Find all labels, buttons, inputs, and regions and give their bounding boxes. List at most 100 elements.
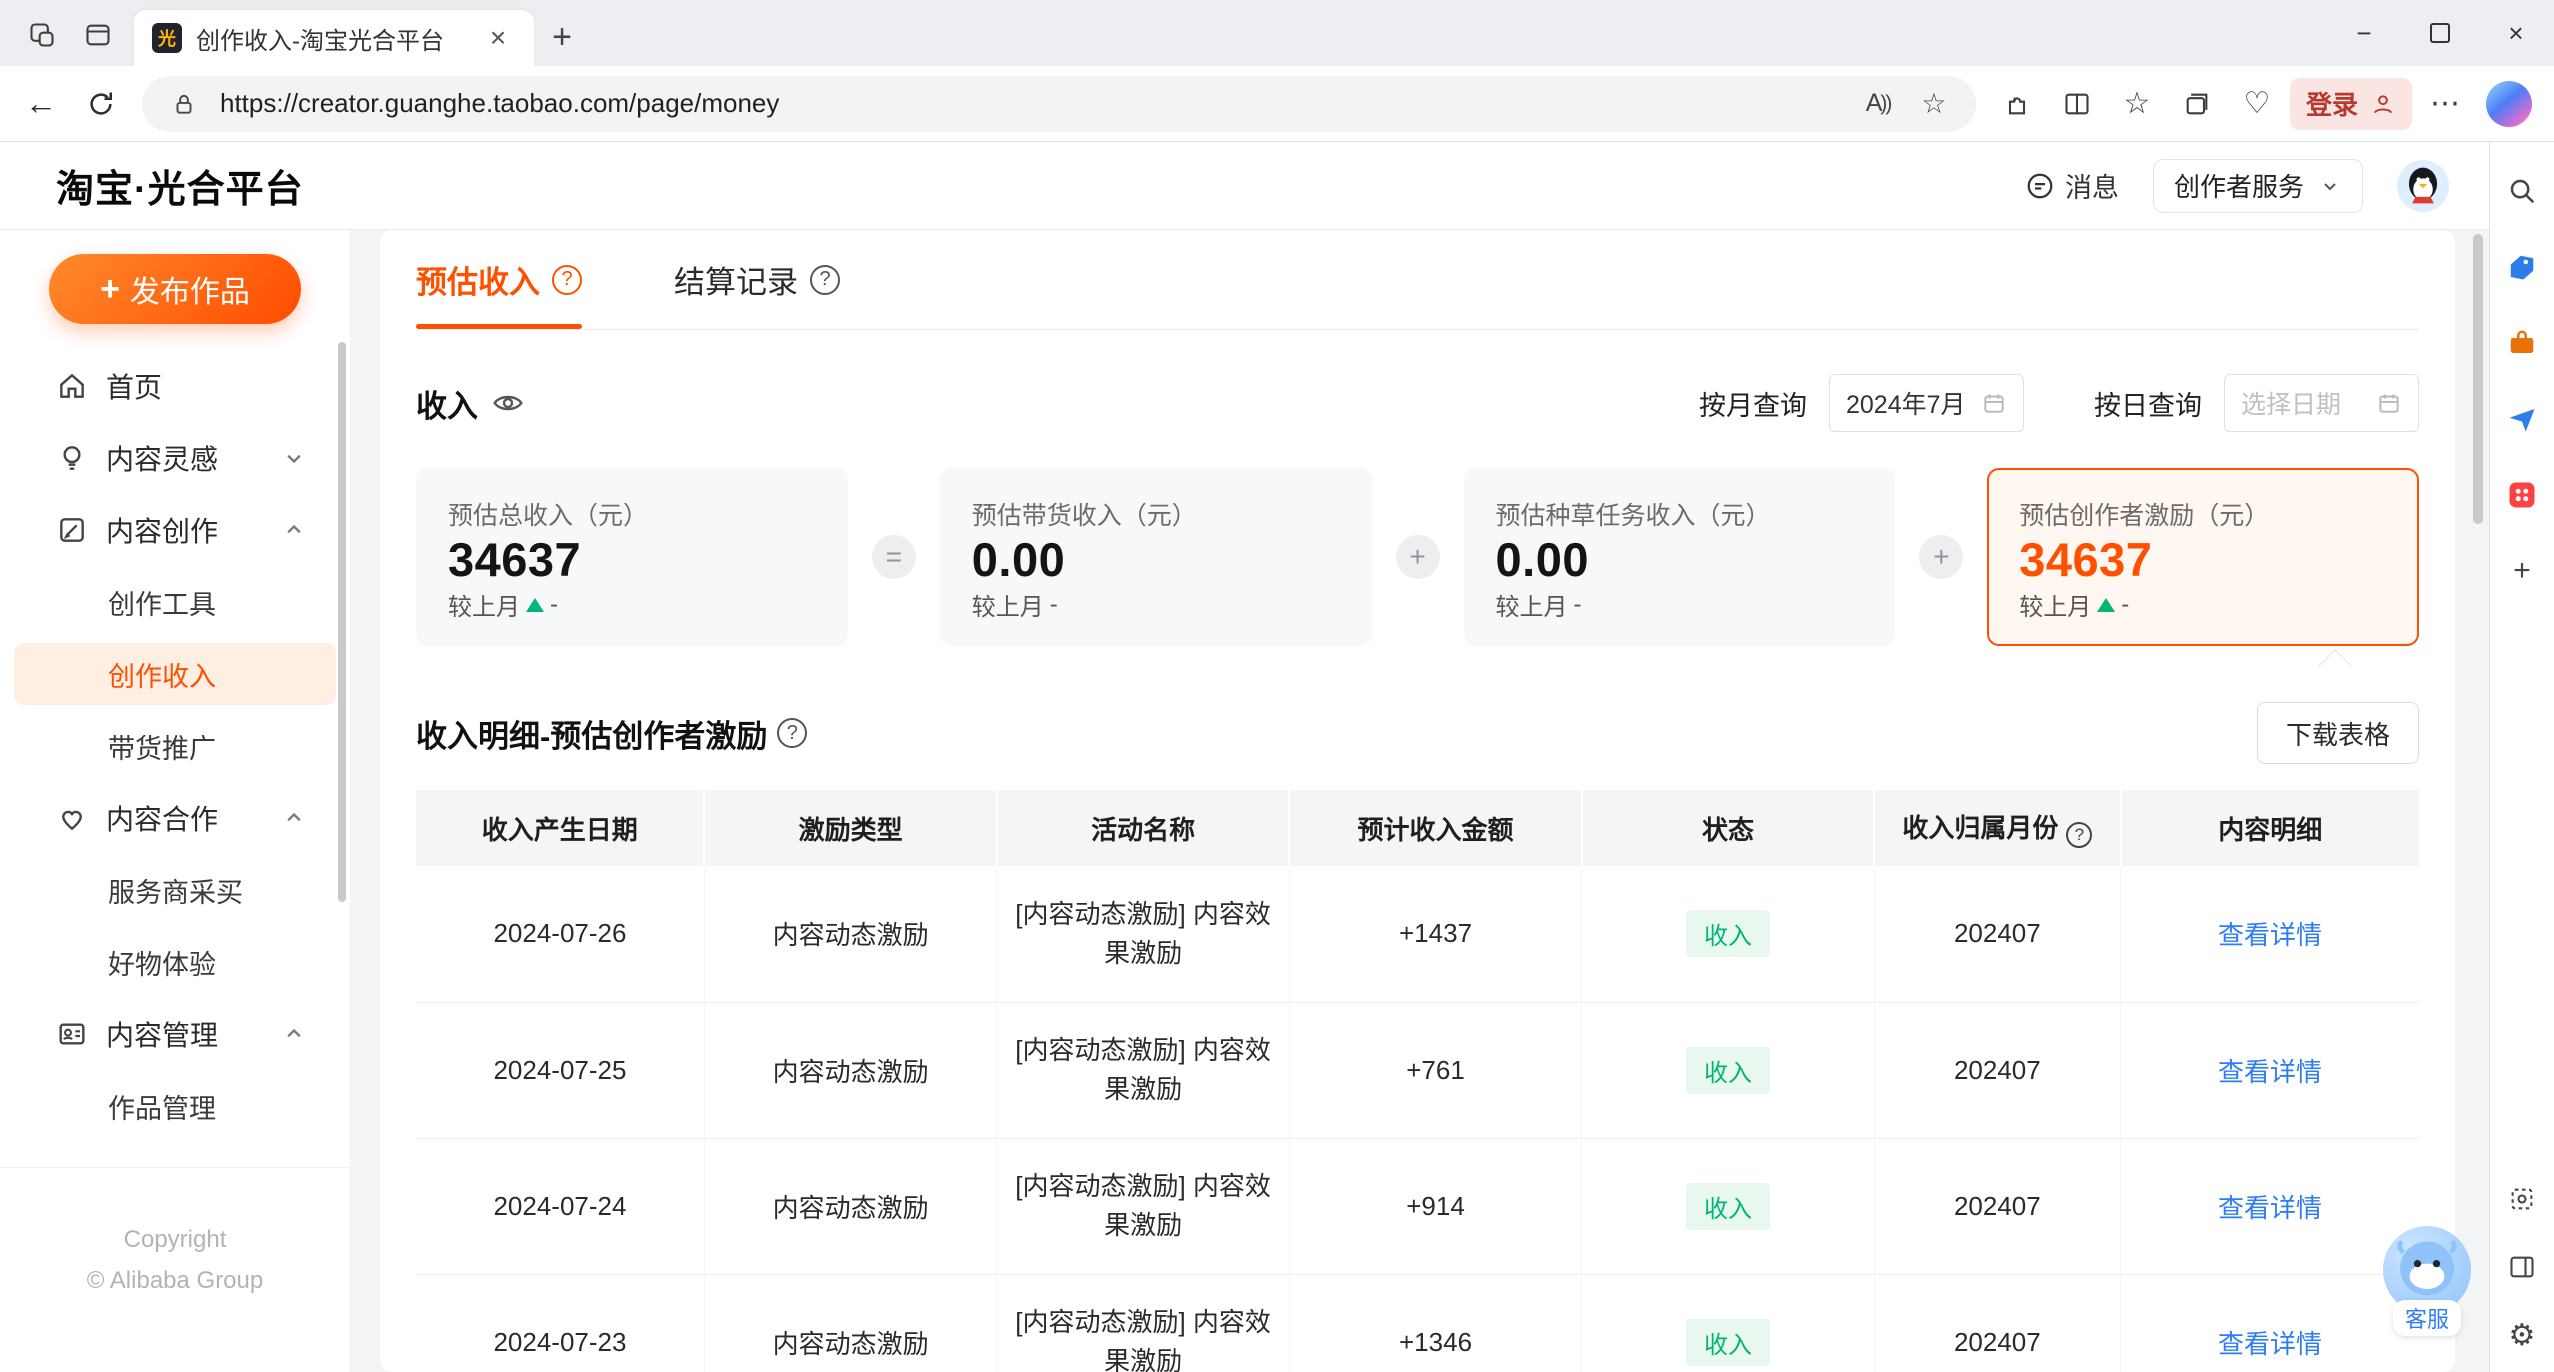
sidebar-item-0[interactable]: 首页	[14, 355, 336, 417]
browser-toolbar: ← https://creator.guanghe.taobao.com/pag…	[0, 66, 2554, 142]
stat-separator-symbol: +	[1919, 535, 1964, 579]
compare-label: 较上月	[971, 594, 1044, 621]
sidebar-item-3[interactable]: 创作工具	[14, 571, 336, 633]
tab-estimated-income[interactable]: 预估收入 ?	[416, 230, 582, 329]
cell-action: 查看详情	[2120, 1002, 2419, 1139]
stat-card-0[interactable]: 预估总收入（元） 34637 较上月 -	[416, 468, 848, 646]
back-button[interactable]: ←	[14, 77, 68, 131]
apps-icon[interactable]	[2499, 472, 2545, 518]
table-row-0: 2024-07-26 内容动态激励 [内容动态激励] 内容效果激励 +1437 收入 20…	[416, 866, 2419, 1003]
collections-icon[interactable]	[2170, 77, 2224, 131]
tab-settlement-records[interactable]: 结算记录 ?	[674, 230, 840, 329]
screenshot-icon[interactable]	[2499, 1176, 2545, 1222]
sidebar-nav: 首页内容灵感内容创作创作工具创作收入带货推广内容合作服务商采买好物体验内容管理作…	[0, 350, 350, 1142]
favorites-icon[interactable]: ☆	[2110, 77, 2164, 131]
month-picker-value: 2024年7月	[1846, 391, 1966, 419]
tab-close-icon[interactable]: ×	[480, 20, 516, 56]
stat-card-3[interactable]: 预估创作者激励（元） 34637 较上月 -	[1987, 468, 2419, 646]
sidebar-toggle-icon[interactable]	[2499, 1244, 2545, 1290]
sidebar-item-4[interactable]: 创作收入	[14, 643, 336, 705]
income-title: 收入	[416, 388, 478, 424]
view-details-link[interactable]: 查看详情	[2218, 920, 2322, 950]
minimize-button[interactable]: −	[2326, 0, 2402, 66]
address-bar[interactable]: https://creator.guanghe.taobao.com/page/…	[142, 75, 1976, 132]
sidebar-item-6[interactable]: 内容合作	[14, 787, 336, 849]
eye-icon[interactable]	[492, 387, 524, 419]
plus-icon: +	[100, 269, 120, 308]
creator-service-dropdown[interactable]: 创作者服务	[2152, 158, 2363, 213]
stat-separator: +	[1372, 535, 1464, 579]
settings-icon[interactable]: ⚙	[2499, 1312, 2545, 1358]
user-avatar[interactable]	[2397, 159, 2449, 212]
favorite-star-icon[interactable]: ☆	[1914, 84, 1954, 124]
search-icon[interactable]	[2499, 168, 2545, 214]
login-button[interactable]: 登录	[2289, 77, 2412, 130]
help-icon[interactable]: ?	[777, 718, 808, 748]
send-icon[interactable]	[2499, 396, 2545, 442]
browser-tab[interactable]: 光 创作收入-淘宝光合平台 ×	[134, 10, 534, 66]
lock-icon[interactable]	[164, 84, 204, 124]
stat-card-title: 预估总收入（元）	[448, 502, 649, 530]
extensions-icon[interactable]	[1990, 77, 2044, 131]
help-icon[interactable]: ?	[552, 264, 582, 295]
sidebar-item-1[interactable]: 内容灵感	[14, 427, 336, 489]
stat-separator-symbol: =	[871, 535, 916, 579]
day-picker[interactable]: 选择日期	[2224, 374, 2419, 432]
col-header-label: 活动名称	[1091, 814, 1196, 845]
sidebar-item-8[interactable]: 好物体验	[14, 931, 336, 993]
tab-strip: 光 创作收入-淘宝光合平台 × + − ×	[0, 0, 2554, 66]
refresh-button[interactable]	[74, 77, 128, 131]
maximize-button[interactable]	[2402, 0, 2478, 66]
sidebar-item-10[interactable]: 作品管理	[14, 1075, 336, 1137]
split-screen-icon[interactable]	[2050, 77, 2104, 131]
read-aloud-icon[interactable]: A))	[1858, 84, 1898, 124]
month-picker[interactable]: 2024年7月	[1829, 374, 2024, 432]
view-details-link[interactable]: 查看详情	[2218, 1057, 2322, 1087]
page-scrollbar[interactable]	[2473, 234, 2483, 524]
copyright: Copyright © Alibaba Group	[0, 1167, 350, 1372]
cell-activity: [内容动态激励] 内容效果激励	[996, 1138, 1290, 1275]
tools-icon[interactable]	[2499, 320, 2545, 366]
cell-month: 202407	[1874, 1274, 2122, 1372]
stat-card-value: 34637	[448, 533, 582, 586]
new-tab-button[interactable]: +	[534, 12, 590, 62]
cell-status: 收入	[1581, 866, 1875, 1003]
col-header-label: 收入归属月份	[1902, 813, 2059, 843]
sidebar-item-label: 内容合作	[106, 804, 219, 835]
publish-work-button[interactable]: + 发布作品	[49, 254, 301, 324]
browser-essentials-icon[interactable]: ♡	[2230, 77, 2284, 131]
creator-service-label: 创作者服务	[2173, 172, 2304, 202]
close-button[interactable]: ×	[2478, 0, 2554, 66]
url-text[interactable]: https://creator.guanghe.taobao.com/page/…	[220, 88, 1842, 119]
month-value: 202407	[1953, 1054, 2041, 1085]
chevron-up-icon	[280, 804, 308, 832]
workspaces-icon[interactable]	[14, 10, 70, 60]
view-details-link[interactable]: 查看详情	[2218, 1329, 2322, 1359]
sidebar-item-9[interactable]: 内容管理	[14, 1003, 336, 1065]
sidebar-item-2[interactable]: 内容创作	[14, 499, 336, 561]
copilot-icon[interactable]	[2486, 80, 2532, 127]
stat-card-1[interactable]: 预估带货收入（元） 0.00 较上月 -	[939, 468, 1372, 646]
shopping-icon[interactable]	[2499, 244, 2545, 290]
sidebar-item-label: 首页	[106, 372, 163, 403]
col-header-2: 活动名称	[996, 790, 1291, 866]
stat-card-value: 34637	[2019, 533, 2153, 586]
cell-amount: +761	[1289, 1002, 1583, 1139]
download-table-button[interactable]: 下载表格	[2256, 702, 2419, 764]
add-sidebar-item-icon[interactable]: +	[2499, 548, 2545, 594]
sidebar-item-5[interactable]: 带货推广	[14, 715, 336, 777]
sidebar-scrollbar[interactable]	[338, 342, 346, 902]
messages-button[interactable]: 消息	[2025, 166, 2119, 205]
help-icon[interactable]: ?	[810, 264, 840, 295]
customer-service-button[interactable]: 客服	[2379, 1226, 2475, 1336]
cell-month: 202407	[1874, 1138, 2122, 1275]
sidebar-item-7[interactable]: 服务商采买	[14, 859, 336, 921]
cell-date: 2024-07-24	[416, 1138, 705, 1275]
stat-card-2[interactable]: 预估种草任务收入（元） 0.00 较上月 -	[1463, 468, 1896, 646]
cell-action: 查看详情	[2120, 866, 2419, 1003]
more-menu-icon[interactable]: ⋯	[2418, 77, 2472, 131]
table-row-2: 2024-07-24 内容动态激励 [内容动态激励] 内容效果激励 +914 收入 202…	[416, 1138, 2419, 1275]
tab-actions-icon[interactable]	[70, 10, 126, 60]
help-icon[interactable]: ?	[2066, 822, 2093, 848]
view-details-link[interactable]: 查看详情	[2218, 1193, 2322, 1223]
